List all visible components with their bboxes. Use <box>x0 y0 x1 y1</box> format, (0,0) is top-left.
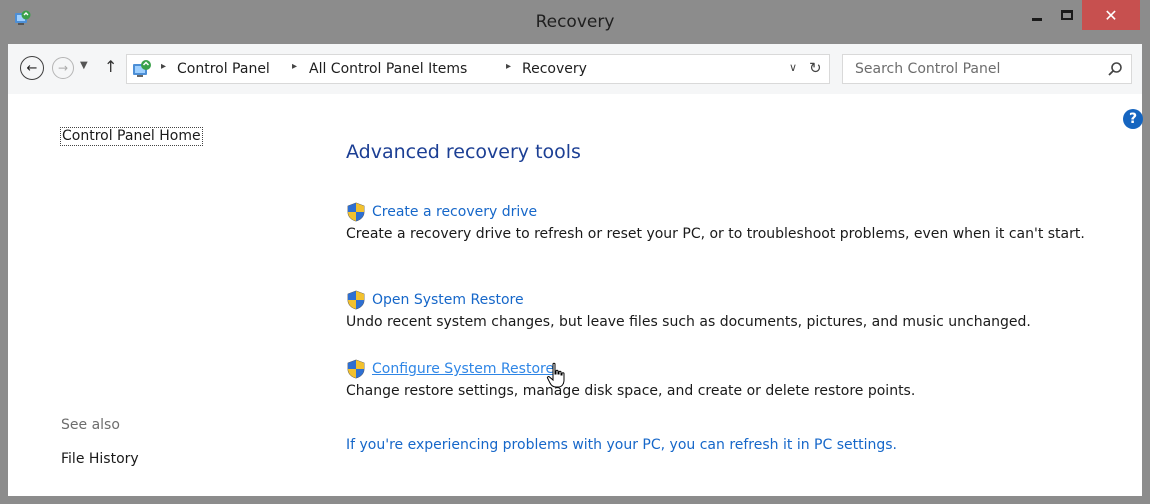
address-bar[interactable]: ▸ Control Panel ▸ All Control Panel Item… <box>126 54 830 84</box>
search-placeholder: Search Control Panel <box>855 61 1001 77</box>
breadcrumb-all-items[interactable]: All Control Panel Items <box>309 61 467 77</box>
up-button[interactable]: ↑ <box>104 57 117 76</box>
address-dropdown-icon[interactable]: ∨ <box>789 61 797 74</box>
breadcrumb-recovery[interactable]: Recovery <box>522 61 587 77</box>
breadcrumb-control-panel[interactable]: Control Panel <box>177 61 270 77</box>
search-icon[interactable] <box>1107 61 1123 77</box>
tool-description: Create a recovery drive to refresh or re… <box>346 226 1085 242</box>
hand-cursor-icon <box>546 362 565 388</box>
maximize-button[interactable] <box>1052 0 1082 30</box>
navigation-bar: ← → ▼ ↑ ▸ Control Panel ▸ All Control Pa… <box>8 44 1142 94</box>
refresh-icon[interactable]: ↻ <box>809 59 822 77</box>
content-area: ? Control Panel Home See also File Histo… <box>8 94 1143 496</box>
open-system-restore-link[interactable]: Open System Restore <box>346 290 1126 310</box>
window-title: Recovery <box>535 12 615 32</box>
close-button[interactable]: ✕ <box>1082 0 1140 30</box>
see-also-label: See also <box>61 417 120 433</box>
search-input[interactable]: Search Control Panel <box>842 54 1132 84</box>
tool-configure-system-restore: Configure System Restore Change restore … <box>346 359 1126 402</box>
back-button[interactable]: ← <box>20 56 44 80</box>
maximize-icon <box>1061 10 1073 20</box>
control-panel-home-link[interactable]: Control Panel Home <box>60 127 203 146</box>
breadcrumb-separator-icon[interactable]: ▸ <box>506 61 511 72</box>
file-history-link[interactable]: File History <box>61 451 139 467</box>
tool-open-system-restore: Open System Restore Undo recent system c… <box>346 290 1126 333</box>
tool-create-recovery-drive: Create a recovery drive Create a recover… <box>346 202 1126 245</box>
tool-link-label[interactable]: Create a recovery drive <box>372 202 537 222</box>
pc-settings-link[interactable]: If you're experiencing problems with you… <box>346 437 897 453</box>
uac-shield-icon <box>347 290 365 310</box>
back-arrow-icon: ← <box>26 60 38 76</box>
tool-link-label[interactable]: Configure System Restore <box>372 359 554 379</box>
close-icon: ✕ <box>1104 5 1118 25</box>
breadcrumb-separator-icon: ▸ <box>161 61 167 72</box>
minimize-button[interactable] <box>1022 0 1052 30</box>
control-panel-icon <box>133 60 151 77</box>
uac-shield-icon <box>347 202 365 222</box>
recent-locations-button[interactable]: ▼ <box>80 60 88 71</box>
tool-description: Change restore settings, manage disk spa… <box>346 383 916 399</box>
section-title: Advanced recovery tools <box>346 141 581 163</box>
recovery-window: Recovery ✕ ← → ▼ ↑ ▸ Control Panel ▸ All… <box>0 0 1150 504</box>
create-recovery-drive-link[interactable]: Create a recovery drive <box>346 202 1126 222</box>
up-arrow-icon: ↑ <box>104 57 118 76</box>
tool-link-label[interactable]: Open System Restore <box>372 290 524 310</box>
chevron-down-icon: ▼ <box>80 60 88 71</box>
uac-shield-icon <box>347 359 365 379</box>
minimize-icon <box>1032 17 1042 21</box>
title-bar[interactable]: Recovery ✕ <box>0 0 1150 44</box>
configure-system-restore-link[interactable]: Configure System Restore <box>346 359 1126 379</box>
breadcrumb-separator-icon[interactable]: ▸ <box>292 61 297 72</box>
tool-description: Undo recent system changes, but leave fi… <box>346 314 1031 330</box>
forward-arrow-icon: → <box>57 61 69 75</box>
help-icon[interactable]: ? <box>1123 109 1143 129</box>
forward-button[interactable]: → <box>52 57 74 79</box>
